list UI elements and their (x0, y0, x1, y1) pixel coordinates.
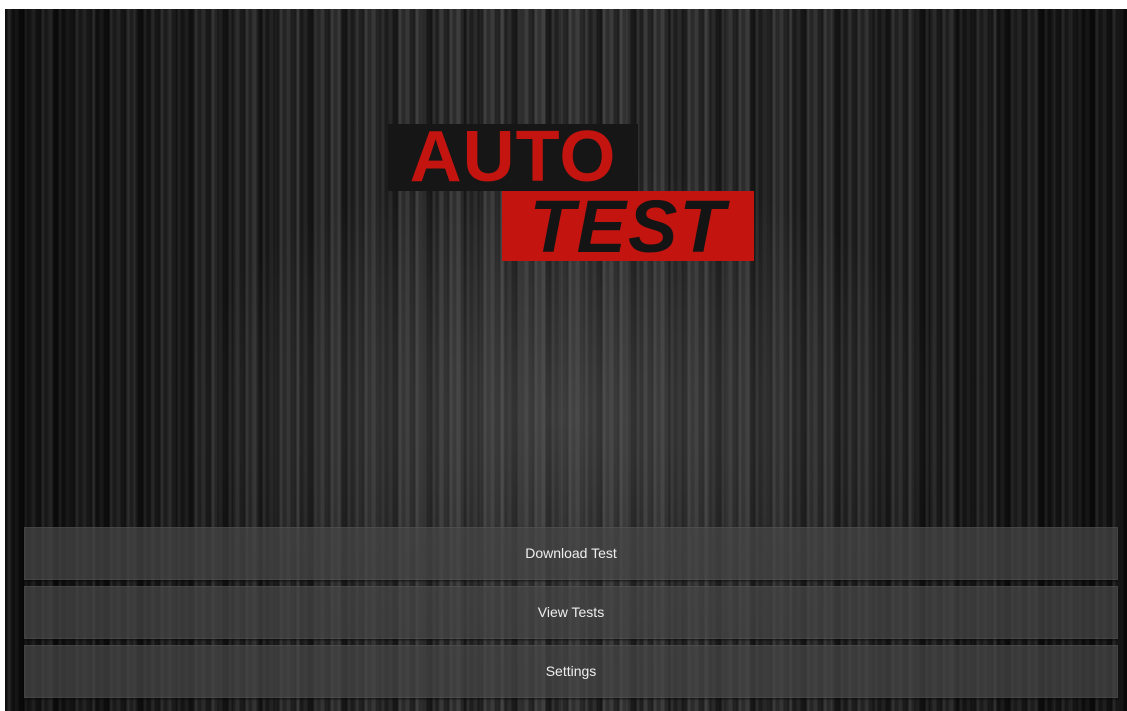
app-screen: AUTO TEST Download Test View Tests Setti… (5, 9, 1127, 711)
download-test-button[interactable]: Download Test (24, 527, 1118, 580)
main-menu: Download Test View Tests Settings (24, 527, 1118, 704)
settings-button[interactable]: Settings (24, 645, 1118, 698)
logo-auto-text: AUTO (388, 121, 638, 193)
autotest-logo: AUTO TEST (388, 121, 754, 264)
view-tests-button[interactable]: View Tests (24, 586, 1118, 639)
logo-test-text: TEST (502, 190, 754, 264)
